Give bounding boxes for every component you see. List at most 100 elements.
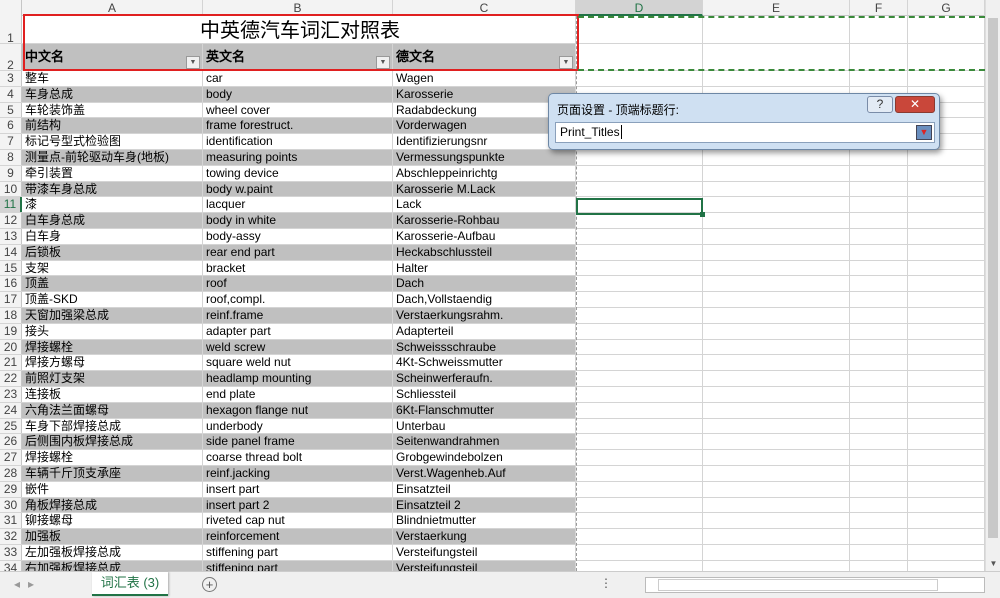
row-header[interactable]: 27	[0, 450, 22, 465]
empty-cell[interactable]	[850, 213, 908, 228]
row-header[interactable]: 9	[0, 165, 22, 181]
empty-cell[interactable]	[576, 323, 703, 339]
row-header[interactable]: 21	[0, 355, 22, 371]
chinese-name-cell[interactable]: 角板焊接总成	[22, 497, 203, 513]
row-header[interactable]: 11	[0, 197, 22, 213]
empty-cell[interactable]	[576, 71, 703, 86]
empty-cell[interactable]	[908, 339, 985, 355]
empty-cell[interactable]	[850, 450, 908, 465]
chinese-name-cell[interactable]: 右加强板焊接总成	[22, 560, 203, 571]
english-name-cell[interactable]: weld screw	[203, 339, 393, 355]
sheet-tab[interactable]: 词汇表 (3)	[92, 572, 168, 596]
english-name-cell[interactable]: insert part 2	[203, 497, 393, 513]
german-name-cell[interactable]: Verst.Wagenheb.Auf	[393, 466, 576, 481]
row-header[interactable]: 18	[0, 308, 22, 323]
empty-cell[interactable]	[576, 529, 703, 544]
row-header[interactable]: 14	[0, 244, 22, 260]
expand-dialog-icon[interactable]: ▼	[916, 125, 932, 140]
chinese-name-cell[interactable]: 六角法兰面螺母	[22, 402, 203, 418]
empty-cell[interactable]	[703, 339, 850, 355]
row-header[interactable]: 20	[0, 339, 22, 355]
filter-dropdown-icon[interactable]: ▼	[559, 56, 573, 69]
german-name-cell[interactable]: Schweissschraube	[393, 339, 576, 355]
german-name-cell[interactable]: Dach	[393, 276, 576, 292]
english-name-cell[interactable]: insert part	[203, 481, 393, 497]
close-button[interactable]: ✕	[895, 96, 935, 113]
empty-cell[interactable]	[576, 213, 703, 228]
english-name-cell[interactable]: measuring points	[203, 150, 393, 165]
chinese-name-cell[interactable]: 前照灯支架	[22, 371, 203, 386]
english-name-cell[interactable]: stiffening part	[203, 545, 393, 560]
german-name-cell[interactable]: Vermessungspunkte	[393, 150, 576, 165]
english-name-cell[interactable]: adapter part	[203, 323, 393, 339]
row-header[interactable]: 13	[0, 229, 22, 244]
row-header[interactable]: 10	[0, 181, 22, 197]
row-header[interactable]: 2	[0, 44, 22, 72]
chinese-name-cell[interactable]: 连接板	[22, 387, 203, 402]
row-header[interactable]: 30	[0, 497, 22, 513]
chinese-name-cell[interactable]: 白车身	[22, 229, 203, 244]
empty-cell[interactable]	[576, 355, 703, 371]
empty-cell[interactable]	[703, 560, 850, 571]
empty-cell[interactable]	[850, 545, 908, 560]
english-name-cell[interactable]: body in white	[203, 213, 393, 228]
row-header[interactable]: 17	[0, 292, 22, 307]
filter-dropdown-icon[interactable]: ▼	[376, 56, 390, 69]
column-title[interactable]: 德文名 ▼	[393, 44, 576, 70]
empty-cell[interactable]	[576, 308, 703, 323]
empty-cell[interactable]	[703, 150, 850, 165]
german-name-cell[interactable]: Verstaerkung	[393, 529, 576, 544]
empty-cell[interactable]	[908, 276, 985, 292]
english-name-cell[interactable]: side panel frame	[203, 434, 393, 450]
english-name-cell[interactable]: stiffening part	[203, 560, 393, 571]
empty-cell[interactable]	[908, 387, 985, 402]
empty-cell[interactable]	[908, 229, 985, 244]
empty-cell[interactable]	[703, 513, 850, 529]
column-header-F[interactable]: F	[850, 0, 908, 16]
empty-cell[interactable]	[908, 323, 985, 339]
empty-cell[interactable]	[703, 481, 850, 497]
chinese-name-cell[interactable]: 铆接螺母	[22, 513, 203, 529]
empty-cell[interactable]	[850, 197, 908, 213]
row-header[interactable]: 23	[0, 387, 22, 402]
empty-cell[interactable]	[576, 260, 703, 276]
print-titles-input[interactable]: Print_Titles ▼	[555, 122, 935, 143]
english-name-cell[interactable]: roof	[203, 276, 393, 292]
row-header[interactable]: 31	[0, 513, 22, 529]
row-header[interactable]: 34	[0, 560, 22, 571]
empty-cell[interactable]	[576, 276, 703, 292]
column-header-E[interactable]: E	[703, 0, 850, 16]
active-cell-d11[interactable]	[576, 198, 705, 217]
empty-cell[interactable]	[908, 545, 985, 560]
english-name-cell[interactable]: end plate	[203, 387, 393, 402]
row-header[interactable]: 33	[0, 545, 22, 560]
german-name-cell[interactable]: Versteifungsteil	[393, 560, 576, 571]
german-name-cell[interactable]: Einsatzteil 2	[393, 497, 576, 513]
empty-cell[interactable]	[908, 165, 985, 181]
chinese-name-cell[interactable]: 后锁板	[22, 244, 203, 260]
vertical-scroll-thumb[interactable]	[988, 18, 998, 538]
english-name-cell[interactable]: reinf.frame	[203, 308, 393, 323]
german-name-cell[interactable]: Dach,Vollstaendig	[393, 292, 576, 307]
empty-cell[interactable]	[703, 545, 850, 560]
empty-cell[interactable]	[576, 244, 703, 260]
chinese-name-cell[interactable]: 牵引装置	[22, 165, 203, 181]
row-header[interactable]: 32	[0, 529, 22, 544]
empty-cell[interactable]	[703, 71, 850, 86]
german-name-cell[interactable]: Verstaerkungsrahm.	[393, 308, 576, 323]
english-name-cell[interactable]: identification	[203, 134, 393, 149]
empty-cell[interactable]	[576, 450, 703, 465]
empty-cell[interactable]	[850, 260, 908, 276]
empty-cell[interactable]	[576, 292, 703, 307]
english-name-cell[interactable]: wheel cover	[203, 102, 393, 118]
empty-cell[interactable]	[703, 371, 850, 386]
chinese-name-cell[interactable]: 嵌件	[22, 481, 203, 497]
empty-cell[interactable]	[703, 466, 850, 481]
empty-cell[interactable]	[908, 529, 985, 544]
empty-cell[interactable]	[908, 181, 985, 197]
horizontal-scrollbar[interactable]	[645, 577, 985, 593]
column-header-C[interactable]: C	[393, 0, 576, 16]
german-name-cell[interactable]: 4Kt-Schweissmutter	[393, 355, 576, 371]
empty-cell[interactable]	[576, 181, 703, 197]
english-name-cell[interactable]: body	[203, 86, 393, 102]
